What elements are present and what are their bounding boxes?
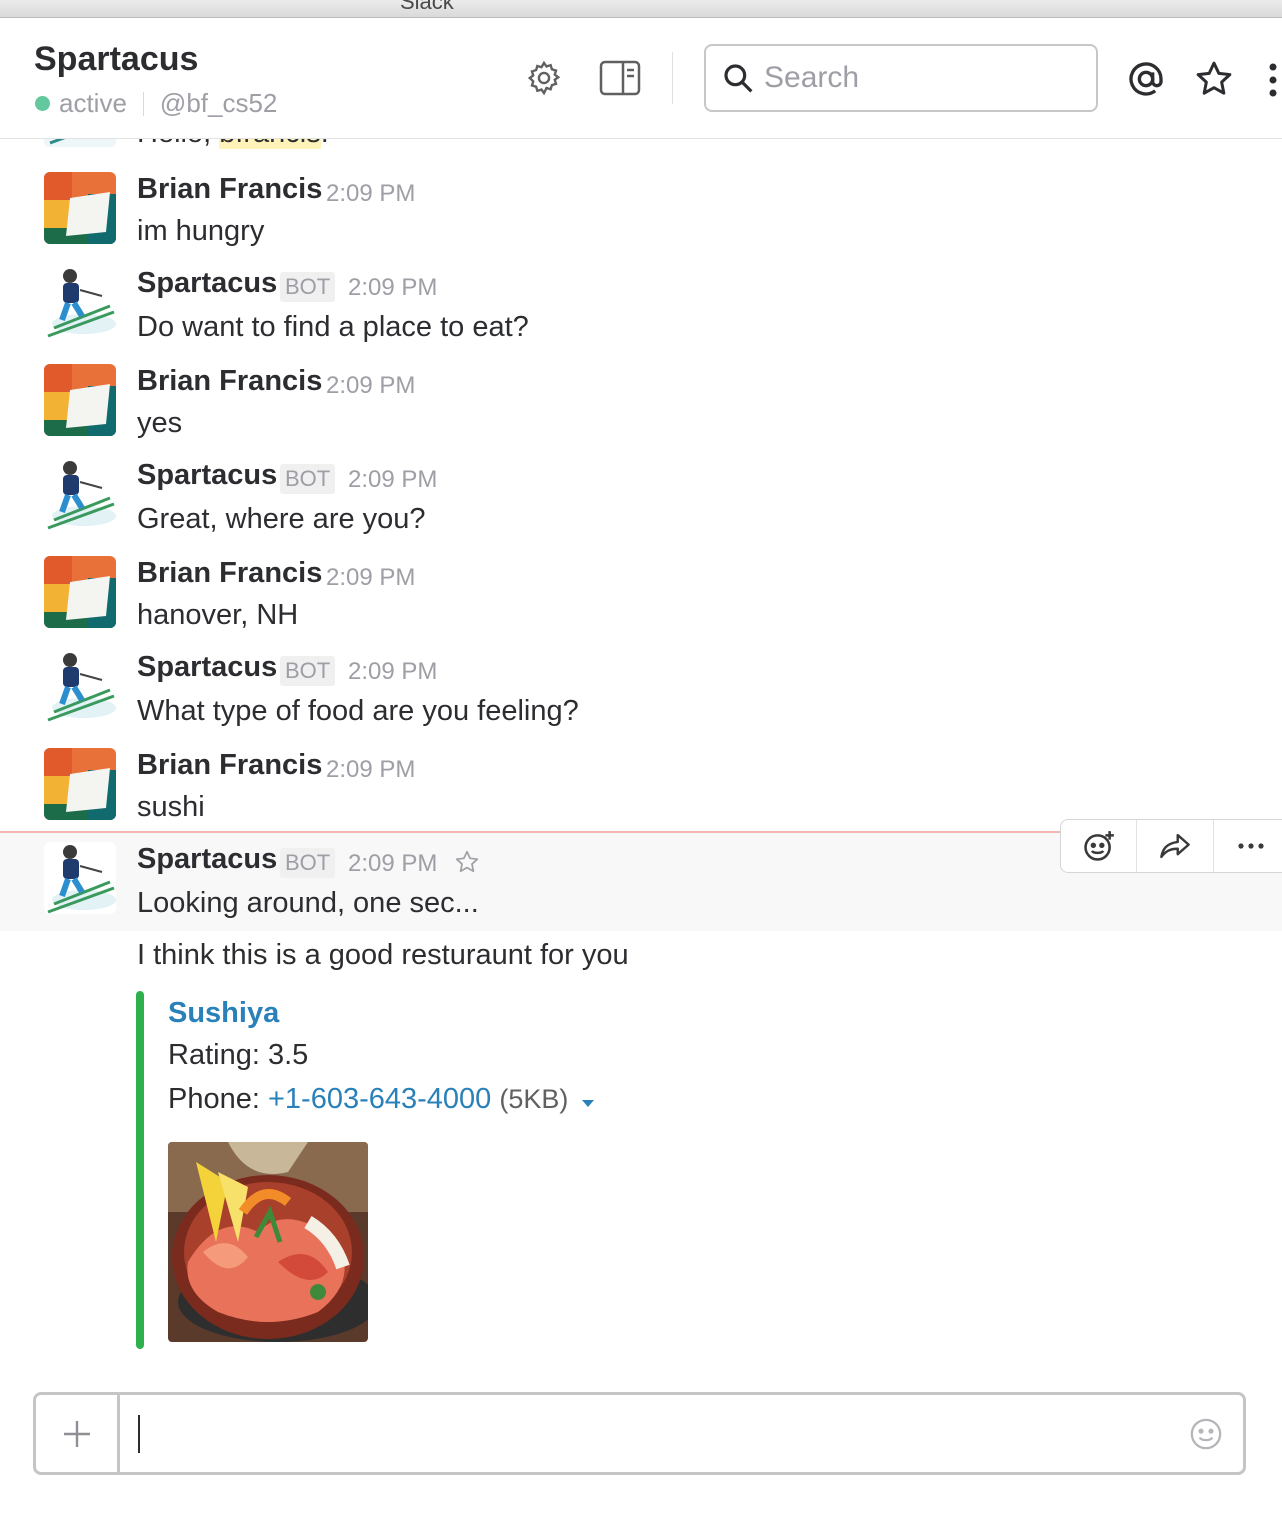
message-item: Brian Francis 2:09 PM sushi [0,745,1282,829]
message-timestamp[interactable]: 2:09 PM [348,658,437,686]
more-vertical-icon[interactable] [1264,60,1282,100]
bot-badge: BOT [280,464,336,494]
message-text: hanover, NH [137,599,299,631]
avatar[interactable] [44,172,116,244]
avatar[interactable] [44,650,116,722]
message-list[interactable]: Hello, bfrancis! Brian Francis 2:09 PM i… [0,139,1282,1379]
message-text: Great, where are you? [137,503,426,535]
bot-badge: BOT [280,656,336,686]
header-divider [672,52,673,104]
message-item: Spartacus BOT 2:09 PM What type of food … [0,647,1282,731]
avatar[interactable] [44,556,116,628]
star-icon[interactable] [1193,58,1235,100]
channel-title[interactable]: Spartacus [34,40,198,79]
message-author[interactable]: Brian Francis [137,749,322,782]
message-item: Brian Francis 2:09 PM im hungry [0,169,1282,253]
message-text: Hello, bfrancis! [137,139,329,150]
attachment-title-link[interactable]: Sushiya [168,997,279,1030]
message-timestamp[interactable]: 2:09 PM [326,564,415,592]
search-icon [722,62,754,94]
presence-row: active @bf_cs52 [35,88,277,119]
message-text: sushi [137,791,205,823]
more-horizontal-icon[interactable] [1214,820,1282,872]
window-titlebar: Slack [0,0,1282,18]
phone-link[interactable]: +1-603-643-4000 [268,1083,491,1115]
message-item: Brian Francis 2:09 PM yes [0,361,1282,445]
message-text: What type of food are you feeling? [137,695,579,727]
message-timestamp[interactable]: 2:09 PM [348,274,437,302]
message-timestamp[interactable]: 2:09 PM [348,466,437,494]
sidebar-toggle-icon[interactable] [598,58,642,98]
attachment-color-bar [136,991,144,1349]
message-timestamp[interactable]: 2:09 PM [326,180,415,208]
avatar[interactable] [44,842,116,914]
message-partial: Hello, bfrancis! [0,139,1282,153]
plus-icon[interactable] [36,1395,120,1472]
attachment-phone-row: Phone: +1-603-643-4000 (5KB) [168,1083,596,1117]
user-mention[interactable]: bfrancis [219,139,321,149]
emoji-icon[interactable] [1189,1417,1223,1456]
share-icon[interactable] [1137,820,1214,872]
message-actions [1060,819,1282,873]
message-item: Spartacus BOT 2:09 PM Great, where are y… [0,455,1282,539]
message-author[interactable]: Spartacus [137,267,277,300]
message-item: Spartacus BOT 2:09 PM Do want to find a … [0,263,1282,347]
message-text: yes [137,407,183,439]
message-timestamp[interactable]: 2:09 PM [326,756,415,784]
message-composer[interactable] [33,1392,1246,1475]
bot-badge: BOT [280,848,336,878]
search-input[interactable]: Search [704,44,1098,112]
bot-badge: BOT [280,272,336,302]
avatar[interactable] [44,266,116,338]
at-icon[interactable] [1125,58,1167,100]
message-timestamp[interactable]: 2:09 PM [326,372,415,400]
message-author[interactable]: Brian Francis [137,557,322,590]
message-item: Brian Francis 2:09 PM hanover, NH [0,553,1282,637]
search-placeholder: Search [764,61,860,94]
user-handle: @bf_cs52 [159,88,278,118]
presence-dot-icon [35,96,50,111]
star-message-icon[interactable] [454,849,480,880]
message-author[interactable]: Spartacus [137,459,277,492]
add-reaction-icon[interactable] [1061,820,1138,872]
gear-icon[interactable] [524,58,564,98]
status-divider [142,91,144,116]
message-timestamp[interactable]: 2:09 PM [348,850,437,878]
attachment-image[interactable] [168,1142,368,1342]
message-author[interactable]: Brian Francis [137,173,322,206]
attachment-rating: Rating: 3.5 [168,1039,309,1071]
message-author[interactable]: Brian Francis [137,365,322,398]
avatar[interactable] [44,748,116,820]
window-title: Slack [400,0,454,14]
avatar[interactable] [44,458,116,530]
channel-header: Spartacus active @bf_cs52 Search [0,18,1282,139]
message-author[interactable]: Spartacus [137,651,277,684]
chevron-down-icon[interactable] [580,1084,596,1117]
avatar[interactable] [44,364,116,436]
message-text: I think this is a good resturaunt for yo… [137,939,629,971]
message-text: Do want to find a place to eat? [137,311,529,343]
message-text: Looking around, one sec... [137,887,479,919]
new-messages-divider [0,831,1060,833]
attachment-size: (5KB) [499,1084,569,1114]
text-cursor [138,1415,140,1453]
message-author[interactable]: Spartacus [137,843,277,876]
phone-label: Phone: [168,1083,268,1115]
message-text: im hungry [137,215,265,247]
avatar [44,139,116,147]
presence-status: active [59,88,127,118]
